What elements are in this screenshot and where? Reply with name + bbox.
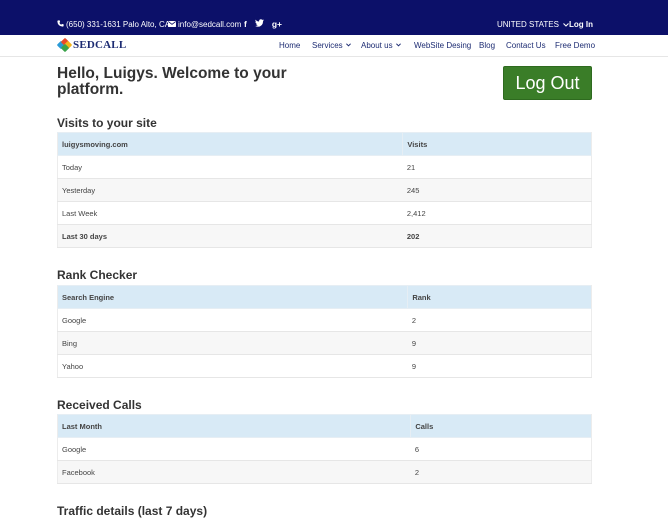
nav-services-label: Services	[312, 41, 343, 50]
brand-logo[interactable]: SEDCALL	[56, 37, 127, 53]
phone-text: (650) 331-1631 Palo Alto, CA	[66, 20, 171, 29]
rank-table: Search Engine Rank Google 2 Bing 9 Yahoo…	[56, 285, 592, 378]
google-plus-icon[interactable]: g+	[272, 19, 282, 29]
table-cell: 9	[407, 331, 592, 355]
nav-website-design-label: WebSite Desing	[414, 41, 472, 50]
column-header: Rank	[407, 285, 592, 309]
country-selector[interactable]: UNITED STATES	[497, 20, 569, 29]
column-header: Visits	[402, 132, 592, 156]
table-row: Yesterday 245	[56, 178, 592, 202]
logout-button[interactable]: Log Out	[503, 66, 592, 100]
table-row: Google 2	[56, 308, 592, 332]
nav-home-label: Home	[279, 41, 301, 50]
table-row: Last 30 days 202	[56, 224, 592, 248]
nav-free-demo[interactable]: Free Demo	[555, 41, 595, 50]
table-cell: Bing	[56, 331, 408, 355]
table-cell: Yesterday	[56, 178, 403, 202]
table-cell: Facebook	[56, 460, 411, 484]
chevron-down-icon	[345, 42, 351, 49]
nav-blog[interactable]: Blog	[479, 41, 495, 50]
nav-contact-us-label: Contact Us	[506, 41, 546, 50]
traffic-title: Traffic details (last 7 days)	[57, 504, 208, 518]
table-header-row: luigysmoving.com Visits	[56, 132, 592, 156]
column-header: luigysmoving.com	[56, 132, 404, 156]
chevron-down-icon	[395, 42, 401, 49]
envelope-icon	[168, 20, 176, 29]
visits-table: luigysmoving.com Visits Today 21 Yesterd…	[56, 132, 592, 248]
table-row: Google 6	[56, 437, 592, 461]
calls-table: Last Month Calls Google 6 Facebook 2	[56, 414, 592, 484]
table-cell: 2	[407, 308, 592, 332]
column-header: Calls	[410, 414, 592, 438]
table-cell: Google	[56, 308, 408, 332]
nav-blog-label: Blog	[479, 41, 496, 50]
nav-website-design[interactable]: WebSite Desing	[414, 41, 471, 50]
table-cell: Last 30 days	[56, 224, 403, 248]
country-label: UNITED STATES	[497, 20, 559, 29]
facebook-icon[interactable]: f	[244, 19, 247, 29]
table-row: Today 21	[56, 155, 592, 179]
page-title: Hello, Luigys. Welcome to your platform.	[57, 65, 287, 98]
table-cell: Yahoo	[56, 354, 408, 378]
rank-title: Rank Checker	[57, 268, 138, 282]
table-cell: Today	[56, 155, 403, 179]
table-cell: Google	[56, 437, 411, 461]
nav-about-us-label: About us	[361, 41, 393, 50]
twitter-icon[interactable]	[254, 19, 264, 29]
table-cell: 6	[410, 437, 592, 461]
nav-home[interactable]: Home	[279, 41, 300, 50]
table-cell: 245	[402, 178, 592, 202]
nav-contact-us[interactable]: Contact Us	[506, 41, 546, 50]
column-header: Last Month	[56, 414, 412, 438]
social-links: f g+	[244, 19, 282, 29]
login-link[interactable]: Log In	[569, 20, 593, 29]
table-row: Bing 9	[56, 331, 592, 355]
table-cell: 202	[402, 224, 592, 248]
main-navbar: SEDCALL Home Services About us WebSite D…	[0, 35, 668, 57]
top-bar: (650) 331-1631 Palo Alto, CA info@sedcal…	[0, 0, 668, 35]
table-header-row: Search Engine Rank	[56, 285, 592, 309]
table-row: Facebook 2	[56, 460, 592, 484]
table-cell: Last Week	[56, 201, 403, 225]
table-row: Last Week 2,412	[56, 201, 592, 225]
visits-title: Visits to your site	[57, 116, 157, 130]
table-cell: 9	[407, 354, 592, 378]
nav-services[interactable]: Services	[312, 41, 351, 50]
nav-about-us[interactable]: About us	[361, 41, 401, 50]
table-row: Yahoo 9	[56, 354, 592, 378]
phone-icon	[57, 20, 64, 29]
table-cell: 21	[402, 155, 592, 179]
column-header: Search Engine	[56, 285, 409, 309]
phone-info: (650) 331-1631 Palo Alto, CA	[57, 20, 170, 29]
table-cell: 2,412	[402, 201, 592, 225]
brand-name: SEDCALL	[73, 39, 127, 51]
table-cell: 2	[410, 460, 592, 484]
email-text: info@sedcall.com	[178, 20, 242, 29]
calls-title: Received Calls	[57, 398, 142, 412]
table-header-row: Last Month Calls	[56, 414, 592, 438]
logo-mark-icon	[56, 37, 73, 53]
email-info[interactable]: info@sedcall.com	[168, 20, 241, 29]
nav-free-demo-label: Free Demo	[555, 41, 596, 50]
